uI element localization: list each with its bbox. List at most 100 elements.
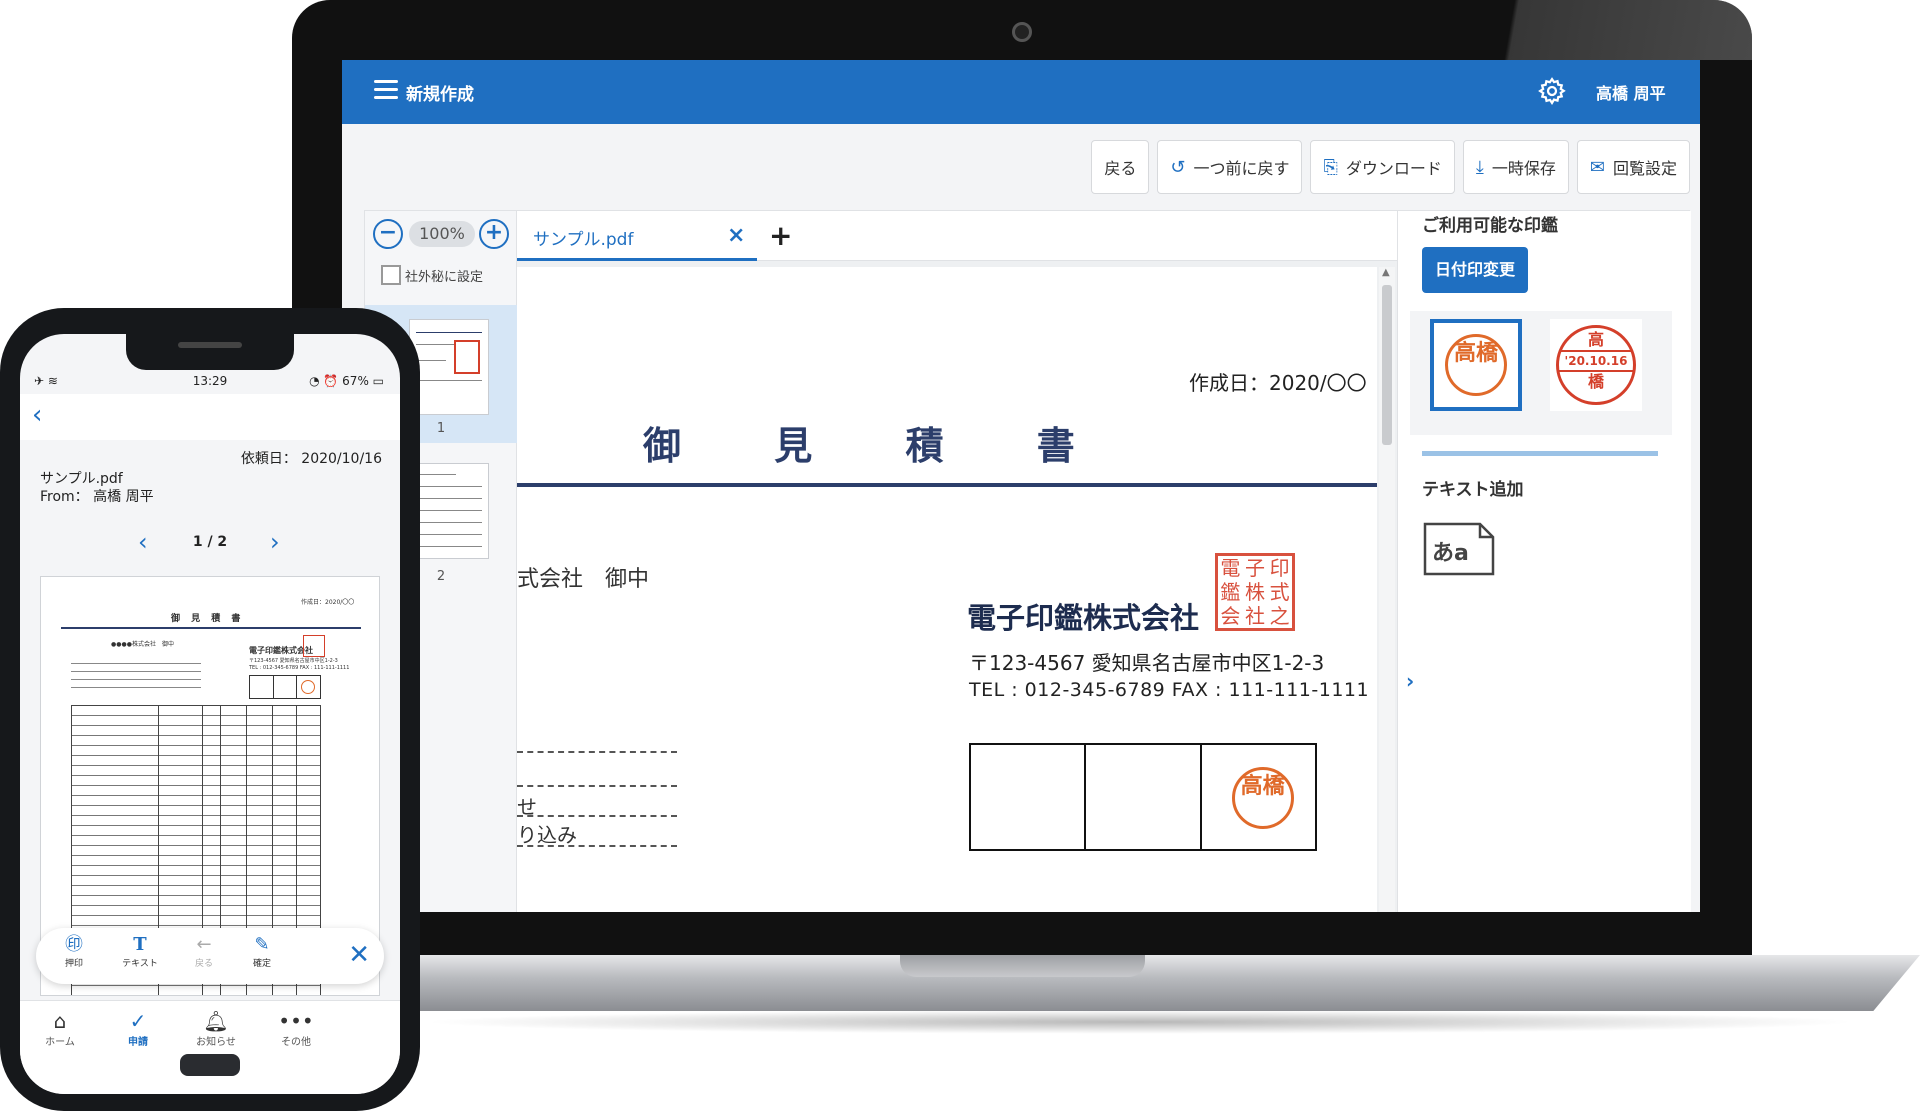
tab-close-icon[interactable]: ×	[727, 223, 745, 248]
stamp-box-cell[interactable]	[1086, 745, 1202, 849]
panel-divider	[1422, 451, 1658, 456]
page-title: 新規作成	[406, 85, 474, 105]
download-button[interactable]: ⎘ ダウンロード	[1310, 140, 1455, 194]
phone-edit-toolbar: ㊞ 押印 T テキスト ← 戻る ✎ 確定 ✕	[36, 928, 384, 984]
stamp-box-cell[interactable]: 高橋	[1202, 745, 1315, 849]
document-page[interactable]: 作成日：2020/〇〇 御 見 積 書 式会社 御中 電 子 印 鑑 株 式 会…	[517, 267, 1377, 912]
document-text-fragment: り込み	[517, 823, 577, 847]
scroll-up-icon[interactable]: ▲	[1382, 267, 1390, 278]
dashed-line	[517, 785, 677, 787]
page-pager: ‹ 1 / 2 ›	[20, 528, 400, 560]
mini-company-seal	[303, 635, 325, 657]
undo-button[interactable]: ↺ 一つ前に戻す	[1157, 140, 1303, 194]
tab-home-label: ホーム	[45, 1037, 75, 1048]
lid-glare	[1312, 0, 1752, 60]
zoom-out-button[interactable]: −	[373, 219, 403, 249]
app-header: 新規作成 高橋 周平	[342, 60, 1700, 124]
tab-request-label: 申請	[128, 1037, 148, 1048]
stamp-tool-button[interactable]: ㊞ 押印	[44, 934, 104, 969]
text-tool-button[interactable]: T テキスト	[110, 934, 170, 969]
gear-icon[interactable]	[1537, 76, 1567, 106]
document-title: 御 見 積 書	[643, 424, 1115, 468]
back-tool-label: 戻る	[194, 959, 213, 969]
user-name[interactable]: 高橋 周平	[1596, 80, 1666, 104]
date-seal: 高 '20.10.16 橋	[1556, 325, 1636, 405]
mini-created-date: 作成日：2020/〇〇	[301, 599, 355, 606]
date-stamp-change-button[interactable]: 日付印変更	[1422, 247, 1528, 293]
document-tel-fax: TEL : 012-345-6789 FAX : 111-111-1111	[969, 679, 1370, 701]
mini-recipient: ●●●●株式会社 御中	[111, 641, 174, 648]
stamp-tool-label: 押印	[64, 959, 83, 969]
request-info: 依頼日： 2020/10/16 サンプル.pdf From： 高橋 周平	[20, 440, 400, 520]
confidential-option[interactable]: 社外秘に設定	[381, 265, 483, 285]
check-icon: ✓	[129, 1009, 147, 1033]
zoom-level: 100%	[409, 221, 475, 247]
save-download-icon: ⤓	[1475, 156, 1484, 178]
text-tool-label: テキスト	[122, 959, 158, 969]
toolbar: 戻る ↺ 一つ前に戻す ⎘ ダウンロード ⤓ 一時保存 ✉ 回覧設定	[1091, 140, 1690, 194]
bell-icon: 🔔︎	[203, 1009, 229, 1033]
phone-screen: ✈ ≋ 13:29 ◔ ⏰ 67% ▭ ‹ 依頼日： 2020/10/16 サン…	[20, 334, 400, 1094]
document-recipient: 式会社 御中	[517, 567, 650, 592]
tab-notice[interactable]: 🔔︎ お知らせ	[176, 1009, 256, 1048]
save-temp-button[interactable]: ⤓ 一時保存	[1462, 140, 1569, 194]
request-date: 依頼日： 2020/10/16	[240, 451, 382, 467]
work-panel: − 100% + 社外秘に設定 1 2 サンプル.pdf × + 作成日：202…	[364, 210, 1691, 912]
thumbnail-page-image	[409, 463, 489, 559]
tab-sample-pdf[interactable]: サンプル.pdf ×	[517, 211, 757, 261]
stamp-icon: ㊞	[65, 934, 83, 955]
add-tab-button[interactable]: +	[769, 219, 792, 252]
stamp-list: 高橋 高 '20.10.16 橋	[1410, 311, 1672, 435]
phone-tabbar: ⌂ ホーム ✓ 申請 🔔︎ お知らせ ••• その他	[20, 1000, 400, 1094]
add-text-title: テキスト追加	[1422, 480, 1524, 500]
undo-icon: ↺	[1170, 156, 1186, 178]
text-icon: T	[133, 934, 147, 955]
request-file-name: サンプル.pdf	[40, 471, 123, 487]
mail-icon: ✉	[1589, 156, 1605, 178]
menu-icon[interactable]	[374, 80, 398, 100]
title-divider	[517, 483, 1377, 487]
tab-home[interactable]: ⌂ ホーム	[20, 1009, 100, 1048]
document-tabbar: サンプル.pdf × +	[517, 211, 1397, 261]
phone-notch	[126, 334, 294, 370]
back-arrow-icon[interactable]: ‹	[32, 400, 42, 430]
mini-stamp-boxes	[249, 675, 321, 699]
undo-button-label: 一つ前に戻す	[1193, 159, 1290, 178]
save-temp-button-label: 一時保存	[1491, 159, 1556, 178]
phone-header: ‹	[20, 394, 400, 440]
confidential-checkbox[interactable]	[381, 265, 401, 285]
document-address: 〒123-4567 愛知県名古屋市中区1-2-3	[969, 651, 1325, 675]
placed-seal[interactable]: 高橋	[1231, 767, 1294, 829]
company-seal[interactable]: 電 子 印 鑑 株 式 会 社 之	[1215, 553, 1295, 631]
more-icon: •••	[278, 1009, 314, 1033]
stamp-box-cell[interactable]	[971, 745, 1087, 849]
thumbnail-page-image	[409, 319, 489, 415]
tab-label: サンプル.pdf	[533, 230, 634, 250]
tab-request[interactable]: ✓ 申請	[98, 1009, 178, 1048]
chevron-right-icon[interactable]: ›	[1406, 669, 1414, 693]
stamp-option-date[interactable]: 高 '20.10.16 橋	[1550, 319, 1642, 411]
tab-notice-label: お知らせ	[196, 1037, 236, 1048]
arrow-left-icon: ←	[196, 934, 212, 955]
download-file-icon: ⎘	[1323, 156, 1338, 178]
back-tool-button[interactable]: ← 戻る	[174, 934, 234, 969]
approval-stamp-boxes: 高橋	[969, 743, 1317, 851]
scrollbar[interactable]: ▲	[1379, 267, 1395, 912]
zoom-in-button[interactable]: +	[479, 219, 509, 249]
document-created-date: 作成日：2020/〇〇	[1189, 371, 1367, 395]
mini-address: 〒123-4567 愛知県名古屋市中区1-2-3	[249, 658, 338, 664]
confirm-tool-button[interactable]: ✎ 確定	[232, 934, 292, 969]
confirm-icon: ✎	[254, 934, 270, 955]
add-text-icon[interactable]: あa	[1422, 521, 1496, 577]
dashed-line	[517, 815, 677, 817]
tab-other[interactable]: ••• その他	[256, 1009, 336, 1048]
next-page-icon[interactable]: ›	[270, 528, 280, 556]
phone-bottom-button	[180, 1054, 240, 1076]
back-button[interactable]: 戻る	[1091, 140, 1150, 194]
scrollbar-thumb[interactable]	[1382, 285, 1392, 445]
circulation-settings-button[interactable]: ✉ 回覧設定	[1576, 140, 1690, 194]
stamp-option-name[interactable]: 高橋	[1430, 319, 1522, 411]
battery-status: ◔ ⏰ 67% ▭	[309, 374, 384, 388]
close-icon[interactable]: ✕	[348, 940, 370, 970]
page-count: 1 / 2	[192, 534, 228, 550]
